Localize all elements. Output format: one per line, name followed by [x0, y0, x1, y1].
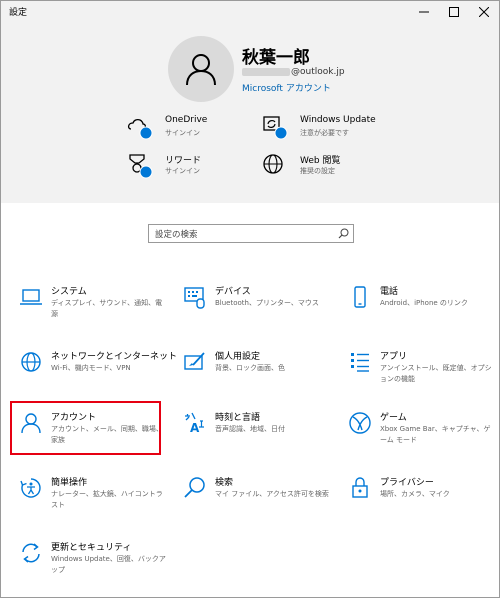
- header-item-onedrive[interactable]: OneDrive サインイン: [127, 115, 277, 145]
- category-phone-desc: Android、iPhone のリンク: [380, 299, 468, 307]
- category-time-language[interactable]: A 時刻と言語 音声認識、地域、日付: [177, 409, 335, 465]
- category-devices[interactable]: デバイス Bluetooth、プリンター、マウス: [177, 283, 335, 339]
- personalization-icon: [184, 352, 205, 370]
- laptop-icon: [20, 289, 42, 305]
- avatar[interactable]: [168, 36, 234, 102]
- category-network[interactable]: ネットワークとインターネット Wi-Fi、機内モード、VPN: [13, 348, 177, 404]
- xbox-icon: [349, 412, 371, 434]
- category-personalization-name: 個人用設定: [215, 352, 261, 362]
- category-devices-name: デバイス: [215, 287, 251, 297]
- close-icon: [479, 7, 489, 17]
- category-system-name: システム: [51, 287, 87, 297]
- windows-update-icon: [263, 116, 288, 140]
- svg-text:A: A: [190, 421, 200, 435]
- apps-list-icon: [351, 353, 369, 372]
- category-gaming-desc: Xbox Game Bar、キャプチャ、ゲーム モード: [380, 425, 491, 444]
- category-ease-of-access[interactable]: 簡単操作 ナレーター、拡大鏡、ハイコントラスト: [13, 474, 171, 530]
- windows-update-status: 注意が必要です: [300, 129, 349, 137]
- header-item-windows-update[interactable]: Windows Update 注意が必要です: [262, 115, 412, 145]
- web-browsing-status: 推奨の設定: [300, 167, 335, 175]
- category-network-desc: Wi-Fi、機内モード、VPN: [51, 364, 131, 372]
- ease-of-access-icon: [20, 478, 41, 498]
- globe-icon: [263, 154, 283, 174]
- category-personalization[interactable]: 個人用設定 背景、ロック画面、色: [177, 348, 335, 404]
- search-magnifier-icon: [338, 228, 349, 239]
- category-phone-name: 電話: [380, 287, 399, 297]
- email-redacted: [242, 68, 290, 76]
- search-icon: [184, 477, 205, 498]
- category-update-security[interactable]: 更新とセキュリティ Windows Update、回復、バックアップ: [13, 539, 171, 595]
- category-time-language-name: 時刻と言語: [215, 413, 261, 423]
- category-privacy-desc: 場所、カメラ、マイク: [380, 490, 450, 498]
- phone-icon: [354, 286, 366, 308]
- search-placeholder: 設定の検索: [155, 230, 198, 240]
- category-gaming-name: ゲーム: [380, 413, 407, 423]
- category-network-name: ネットワークとインターネット: [51, 352, 178, 362]
- maximize-icon: [449, 7, 459, 17]
- account-header: 秋葉一郎 @outlook.jp Microsoft アカウント OneDriv…: [1, 23, 499, 203]
- time-language-icon: A: [185, 412, 204, 435]
- category-ease-of-access-name: 簡単操作: [51, 478, 88, 488]
- category-search-desc: マイ ファイル、アクセス許可を検索: [215, 490, 329, 498]
- update-sync-icon: [22, 543, 40, 563]
- category-phone[interactable]: 電話 Android、iPhone のリンク: [342, 283, 500, 339]
- category-privacy-name: プライバシー: [380, 478, 434, 488]
- window-title: 設定: [9, 8, 28, 18]
- web-browsing-label: Web 閲覧: [300, 156, 341, 166]
- minimize-button[interactable]: [409, 1, 439, 23]
- title-bar: 設定: [1, 1, 499, 23]
- highlight-box: [10, 401, 161, 455]
- category-devices-desc: Bluetooth、プリンター、マウス: [215, 299, 319, 307]
- category-update-security-desc: Windows Update、回復、バックアップ: [51, 555, 166, 574]
- settings-window: 設定 秋葉一郎 @outlook.jp Microsoft アカウント OneD…: [0, 0, 500, 598]
- onedrive-icon: [127, 118, 153, 140]
- close-button[interactable]: [469, 1, 499, 23]
- lock-icon: [352, 477, 368, 498]
- settings-search-input[interactable]: 設定の検索: [148, 224, 354, 243]
- category-search-name: 検索: [215, 478, 234, 488]
- windows-update-label: Windows Update: [300, 115, 376, 125]
- user-name: 秋葉一郎: [242, 48, 310, 68]
- category-system-desc: ディスプレイ、サウンド、通知、電源: [51, 299, 163, 318]
- category-time-language-desc: 音声認識、地域、日付: [215, 425, 285, 433]
- keyboard-icon: [184, 287, 205, 309]
- network-globe-icon: [21, 352, 41, 372]
- category-update-security-name: 更新とセキュリティ: [51, 543, 132, 553]
- rewards-status: サインイン: [165, 167, 200, 175]
- onedrive-label: OneDrive: [165, 115, 208, 125]
- header-item-web-browsing[interactable]: Web 閲覧 推奨の設定: [262, 153, 412, 183]
- microsoft-account-link[interactable]: Microsoft アカウント: [242, 81, 331, 94]
- minimize-icon: [419, 11, 429, 13]
- category-gaming[interactable]: ゲーム Xbox Game Bar、キャプチャ、ゲーム モード: [342, 409, 500, 465]
- header-item-rewards[interactable]: リワード サインイン: [127, 153, 277, 183]
- category-apps-desc: アンインストール、既定値、オプションの機能: [380, 364, 492, 383]
- maximize-button[interactable]: [439, 1, 469, 23]
- user-avatar-icon: [186, 54, 216, 86]
- category-apps[interactable]: アプリ アンインストール、既定値、オプションの機能: [342, 348, 500, 404]
- category-search[interactable]: 検索 マイ ファイル、アクセス許可を検索: [177, 474, 335, 530]
- onedrive-status: サインイン: [165, 129, 200, 137]
- category-personalization-desc: 背景、ロック画面、色: [215, 364, 285, 372]
- category-system[interactable]: システム ディスプレイ、サウンド、通知、電源: [13, 283, 171, 339]
- rewards-icon: [129, 154, 153, 179]
- rewards-label: リワード: [165, 156, 202, 166]
- category-apps-name: アプリ: [380, 352, 408, 362]
- category-privacy[interactable]: プライバシー 場所、カメラ、マイク: [342, 474, 500, 530]
- email-domain: @outlook.jp: [291, 67, 345, 77]
- category-ease-of-access-desc: ナレーター、拡大鏡、ハイコントラスト: [51, 490, 163, 509]
- user-email: @outlook.jp: [242, 67, 345, 77]
